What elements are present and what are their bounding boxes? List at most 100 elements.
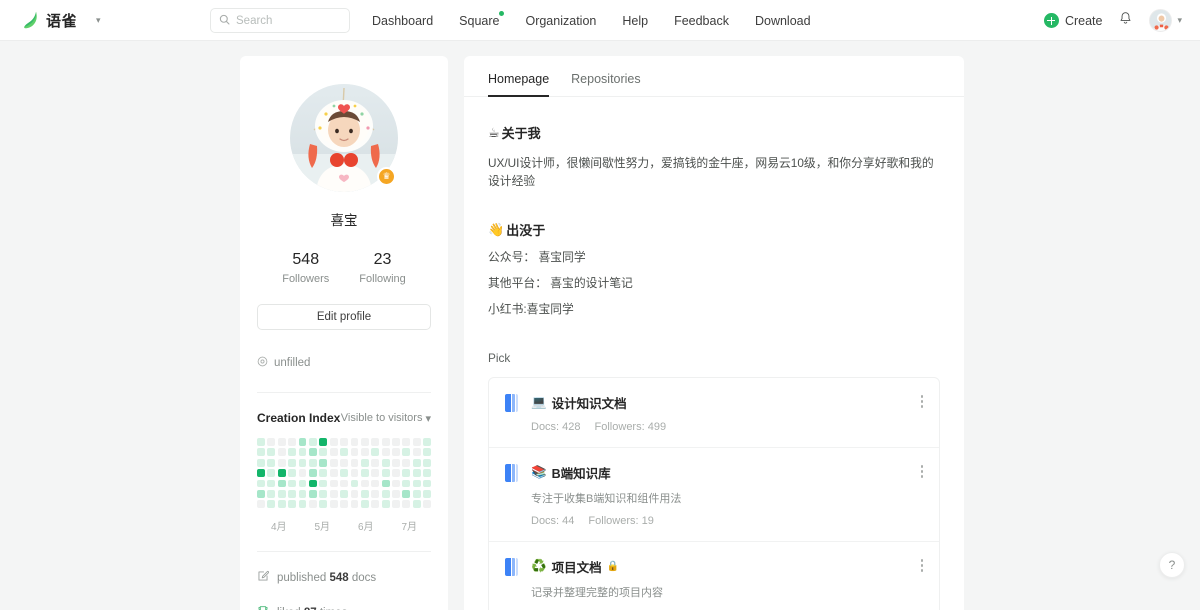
heatmap-cell[interactable] xyxy=(350,458,359,467)
heatmap-cell[interactable] xyxy=(381,448,390,457)
heatmap-cell[interactable] xyxy=(319,438,328,446)
heatmap-cell[interactable] xyxy=(340,448,349,457)
heatmap-cell[interactable] xyxy=(277,500,286,509)
heatmap-cell[interactable] xyxy=(402,448,411,457)
heatmap-cell[interactable] xyxy=(350,448,359,457)
heatmap-cell[interactable] xyxy=(340,489,349,498)
heatmap-cell[interactable] xyxy=(298,458,307,467)
stat-followers[interactable]: 548 Followers xyxy=(282,251,329,285)
heatmap-cell[interactable] xyxy=(402,479,411,488)
heatmap-cell[interactable] xyxy=(329,479,338,488)
heatmap-cell[interactable] xyxy=(371,438,380,446)
heatmap-cell[interactable] xyxy=(360,489,369,498)
tab-homepage[interactable]: Homepage xyxy=(488,72,550,97)
heatmap-cell[interactable] xyxy=(423,489,432,498)
heatmap-cell[interactable] xyxy=(402,458,411,467)
nav-item-feedback[interactable]: Feedback xyxy=(674,14,729,28)
heatmap-cell[interactable] xyxy=(402,438,411,446)
heatmap-cell[interactable] xyxy=(340,500,349,509)
heatmap-cell[interactable] xyxy=(340,469,349,478)
heatmap-cell[interactable] xyxy=(257,458,265,467)
heatmap-cell[interactable] xyxy=(267,489,276,498)
heatmap-cell[interactable] xyxy=(298,479,307,488)
pick-item[interactable]: 📚 B端知识库 专注于收集B端知识和组件用法 Docs: 44 Followers: 1… xyxy=(489,448,939,543)
heatmap-cell[interactable] xyxy=(371,489,380,498)
nav-item-download[interactable]: Download xyxy=(755,14,811,28)
heatmap-cell[interactable] xyxy=(360,438,369,446)
heatmap-cell[interactable] xyxy=(298,489,307,498)
heatmap-cell[interactable] xyxy=(308,500,317,509)
heatmap-cell[interactable] xyxy=(371,469,380,478)
heatmap-cell[interactable] xyxy=(257,469,265,478)
heatmap-cell[interactable] xyxy=(350,489,359,498)
nav-item-help[interactable]: Help xyxy=(622,14,648,28)
more-vertical-icon[interactable] xyxy=(920,395,923,410)
heatmap-cell[interactable] xyxy=(329,469,338,478)
heatmap-cell[interactable] xyxy=(267,458,276,467)
heatmap-cell[interactable] xyxy=(360,500,369,509)
heatmap-cell[interactable] xyxy=(277,489,286,498)
heatmap-cell[interactable] xyxy=(319,500,328,509)
heatmap-cell[interactable] xyxy=(257,479,265,488)
heatmap-cell[interactable] xyxy=(371,479,380,488)
heatmap-cell[interactable] xyxy=(412,458,421,467)
heatmap-cell[interactable] xyxy=(381,489,390,498)
heatmap-cell[interactable] xyxy=(298,448,307,457)
heatmap-cell[interactable] xyxy=(402,469,411,478)
heatmap-cell[interactable] xyxy=(350,479,359,488)
heatmap-cell[interactable] xyxy=(360,458,369,467)
nav-item-square[interactable]: Square xyxy=(459,10,505,28)
heatmap-cell[interactable] xyxy=(340,479,349,488)
heatmap-cell[interactable] xyxy=(308,479,317,488)
heatmap-cell[interactable] xyxy=(288,469,297,478)
heatmap-cell[interactable] xyxy=(288,479,297,488)
heatmap-cell[interactable] xyxy=(319,448,328,457)
stat-following[interactable]: 23 Following xyxy=(359,251,405,285)
heatmap-cell[interactable] xyxy=(412,448,421,457)
heatmap-cell[interactable] xyxy=(257,438,265,446)
heatmap-cell[interactable] xyxy=(402,500,411,509)
more-vertical-icon[interactable] xyxy=(920,465,923,480)
heatmap-cell[interactable] xyxy=(267,479,276,488)
more-vertical-icon[interactable] xyxy=(920,559,923,574)
heatmap-cell[interactable] xyxy=(277,438,286,446)
heatmap-cell[interactable] xyxy=(288,448,297,457)
heatmap-cell[interactable] xyxy=(423,438,432,446)
heatmap-cell[interactable] xyxy=(360,479,369,488)
heatmap-cell[interactable] xyxy=(329,489,338,498)
heatmap-cell[interactable] xyxy=(412,500,421,509)
heatmap-cell[interactable] xyxy=(350,500,359,509)
profile-avatar-wrap[interactable]: ♛ xyxy=(290,84,398,192)
heatmap-cell[interactable] xyxy=(392,500,400,509)
heatmap-cell[interactable] xyxy=(319,489,328,498)
heatmap-cell[interactable] xyxy=(257,500,265,509)
heatmap-cell[interactable] xyxy=(277,458,286,467)
heatmap-cell[interactable] xyxy=(371,500,380,509)
heatmap-cell[interactable] xyxy=(340,458,349,467)
heatmap-cell[interactable] xyxy=(277,479,286,488)
heatmap-cell[interactable] xyxy=(423,458,432,467)
heatmap-cell[interactable] xyxy=(381,469,390,478)
heatmap-cell[interactable] xyxy=(288,489,297,498)
heatmap-cell[interactable] xyxy=(288,458,297,467)
heatmap-cell[interactable] xyxy=(350,469,359,478)
heatmap-cell[interactable] xyxy=(257,489,265,498)
help-button[interactable]: ? xyxy=(1159,552,1185,578)
heatmap-cell[interactable] xyxy=(267,438,276,446)
heatmap-cell[interactable] xyxy=(277,469,286,478)
heatmap-cell[interactable] xyxy=(267,448,276,457)
edit-profile-button[interactable]: Edit profile xyxy=(257,304,431,330)
heatmap-cell[interactable] xyxy=(392,448,400,457)
tab-repositories[interactable]: Repositories xyxy=(571,72,640,96)
nav-item-organization[interactable]: Organization xyxy=(525,14,596,28)
heatmap-cell[interactable] xyxy=(329,500,338,509)
heatmap-cell[interactable] xyxy=(423,469,432,478)
bell-icon[interactable] xyxy=(1118,11,1133,31)
heatmap-cell[interactable] xyxy=(288,500,297,509)
heatmap-cell[interactable] xyxy=(298,438,307,446)
heatmap-cell[interactable] xyxy=(350,438,359,446)
heatmap-cell[interactable] xyxy=(340,438,349,446)
pick-item[interactable]: 💻 设计知识文档 Docs: 428 Followers: 499 xyxy=(489,378,939,449)
heatmap-cell[interactable] xyxy=(371,458,380,467)
heatmap-cell[interactable] xyxy=(392,479,400,488)
